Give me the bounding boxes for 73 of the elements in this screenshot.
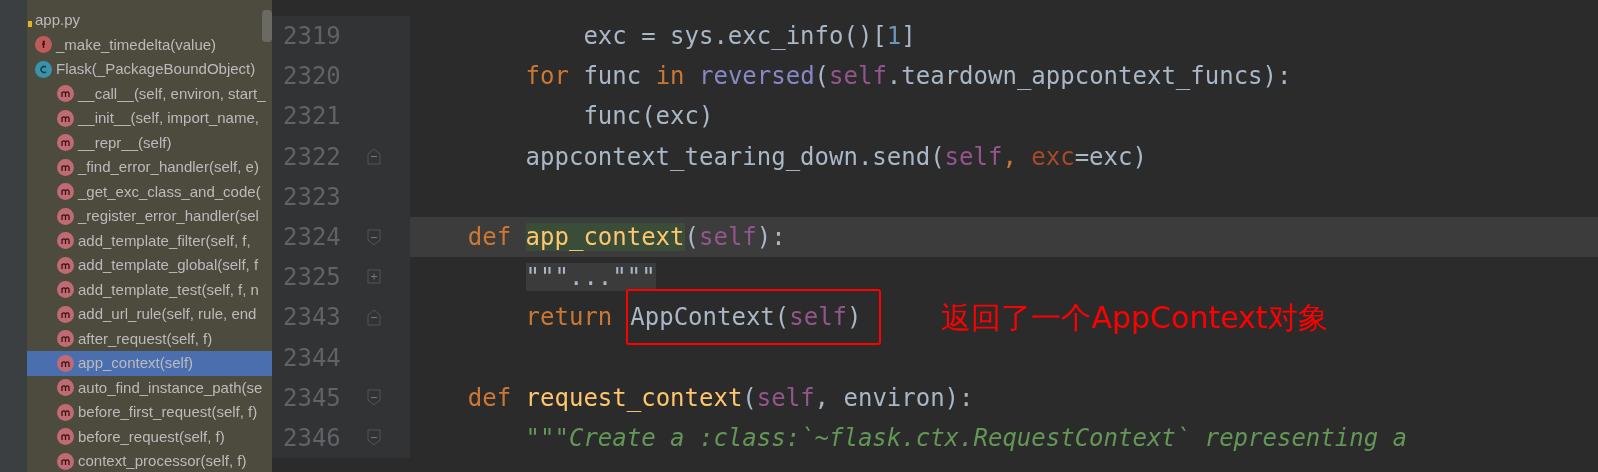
function-icon bbox=[35, 36, 52, 54]
structure-item-label: before_first_request(self, f) bbox=[78, 402, 258, 422]
structure-item[interactable]: before_first_request(self, f) bbox=[27, 400, 272, 425]
code-line: """Create a :class:`~flask.ctx.RequestContext` representing a bbox=[525, 422, 1407, 454]
highlight-box: AppContext(self) bbox=[626, 289, 882, 346]
method-icon bbox=[57, 305, 74, 323]
structure-item[interactable]: add_template_global(self, f bbox=[27, 253, 272, 278]
structure-item[interactable]: __call__(self, environ, start_ bbox=[27, 81, 272, 106]
structure-item[interactable]: _get_exc_class_and_code( bbox=[27, 179, 272, 204]
structure-item-label: after_request(self, f) bbox=[78, 328, 213, 349]
structure-item-label: auto_find_instance_path(se bbox=[78, 377, 263, 398]
structure-item[interactable]: Flask(_PackageBoundObject) bbox=[27, 57, 272, 82]
structure-item[interactable]: __init__(self, import_name, bbox=[27, 106, 272, 131]
structure-item[interactable]: add_template_filter(self, f, bbox=[27, 228, 272, 253]
method-icon bbox=[57, 354, 74, 372]
method-icon bbox=[57, 85, 74, 103]
method-icon bbox=[57, 452, 74, 470]
structure-item-label: _make_timedelta(value) bbox=[56, 34, 217, 55]
method-icon bbox=[57, 330, 74, 348]
fold-marker-icon[interactable] bbox=[367, 429, 381, 447]
structure-item-label: add_template_global(self, f bbox=[78, 255, 259, 275]
structure-item-label: _find_error_handler(self, e) bbox=[78, 157, 259, 177]
structure-item[interactable]: context_processor(self, f) bbox=[27, 449, 272, 472]
annotation-note: 返回了一个AppContext对象 bbox=[941, 298, 1328, 337]
code-line: appcontext_tearing_down.send(self, exc=exc) bbox=[525, 141, 1147, 173]
structure-item[interactable]: after_request(self, f) bbox=[27, 326, 272, 351]
code-line: exc = sys.exc_info()[1] bbox=[583, 21, 916, 53]
structure-item[interactable]: auto_find_instance_path(se bbox=[27, 375, 272, 400]
structure-item-label: add_template_test(self, f, n bbox=[78, 279, 259, 300]
fold-marker-icon[interactable] bbox=[367, 148, 381, 166]
structure-item-label: before_request(self, f) bbox=[78, 426, 225, 447]
fold-marker-icon[interactable] bbox=[367, 228, 381, 246]
code-line: def app_context(self): bbox=[467, 222, 786, 254]
method-icon bbox=[57, 207, 74, 225]
file-icon bbox=[28, 21, 32, 28]
method-icon bbox=[57, 403, 74, 421]
structure-item-label: _get_exc_class_and_code( bbox=[78, 181, 261, 202]
structure-item[interactable]: add_url_rule(self, rule, end bbox=[27, 302, 272, 327]
structure-item-label: __call__(self, environ, start_ bbox=[78, 83, 266, 104]
method-icon bbox=[57, 109, 74, 127]
structure-item[interactable]: app_context(self) bbox=[27, 351, 272, 376]
structure-item-label: __init__(self, import_name, bbox=[78, 108, 259, 128]
file-name[interactable]: app.py bbox=[35, 9, 81, 32]
structure-item-label: add_url_rule(self, rule, end bbox=[78, 304, 257, 324]
structure-item[interactable]: before_request(self, f) bbox=[27, 424, 272, 449]
class-icon bbox=[35, 60, 52, 78]
scrollbar-thumb[interactable] bbox=[262, 10, 272, 42]
method-icon bbox=[57, 281, 74, 299]
code-line: def request_context(self, environ): bbox=[467, 382, 974, 414]
method-icon bbox=[57, 183, 74, 201]
method-icon bbox=[57, 379, 74, 397]
method-icon bbox=[57, 134, 74, 152]
fold-marker-icon[interactable] bbox=[367, 389, 381, 407]
fold-marker-icon[interactable] bbox=[367, 268, 381, 286]
method-icon bbox=[57, 232, 74, 250]
code-line: return bbox=[525, 302, 613, 334]
structure-item[interactable]: _register_error_handler(sel bbox=[27, 204, 272, 229]
structure-item[interactable]: __repr__(self) bbox=[27, 130, 272, 155]
code-line: for func in reversed(self.teardown_appcontext_funcs): bbox=[525, 61, 1292, 93]
structure-item-label: app_context(self) bbox=[78, 353, 194, 373]
structure-item-label: context_processor(self, f) bbox=[78, 451, 247, 471]
structure-item[interactable]: _make_timedelta(value) bbox=[27, 32, 272, 57]
method-icon bbox=[57, 428, 74, 446]
structure-item[interactable]: add_template_test(self, f, n bbox=[27, 277, 272, 302]
fold-marker-icon[interactable] bbox=[367, 308, 381, 326]
structure-item-label: _register_error_handler(sel bbox=[78, 206, 259, 226]
structure-item-label: add_template_filter(self, f, bbox=[78, 230, 251, 251]
structure-item-label: __repr__(self) bbox=[78, 132, 172, 153]
structure-item-label: Flask(_PackageBoundObject) bbox=[56, 59, 256, 79]
method-icon bbox=[57, 256, 74, 274]
code-line: func(exc) bbox=[583, 101, 714, 133]
method-icon bbox=[57, 158, 74, 176]
structure-item[interactable]: _find_error_handler(self, e) bbox=[27, 155, 272, 180]
